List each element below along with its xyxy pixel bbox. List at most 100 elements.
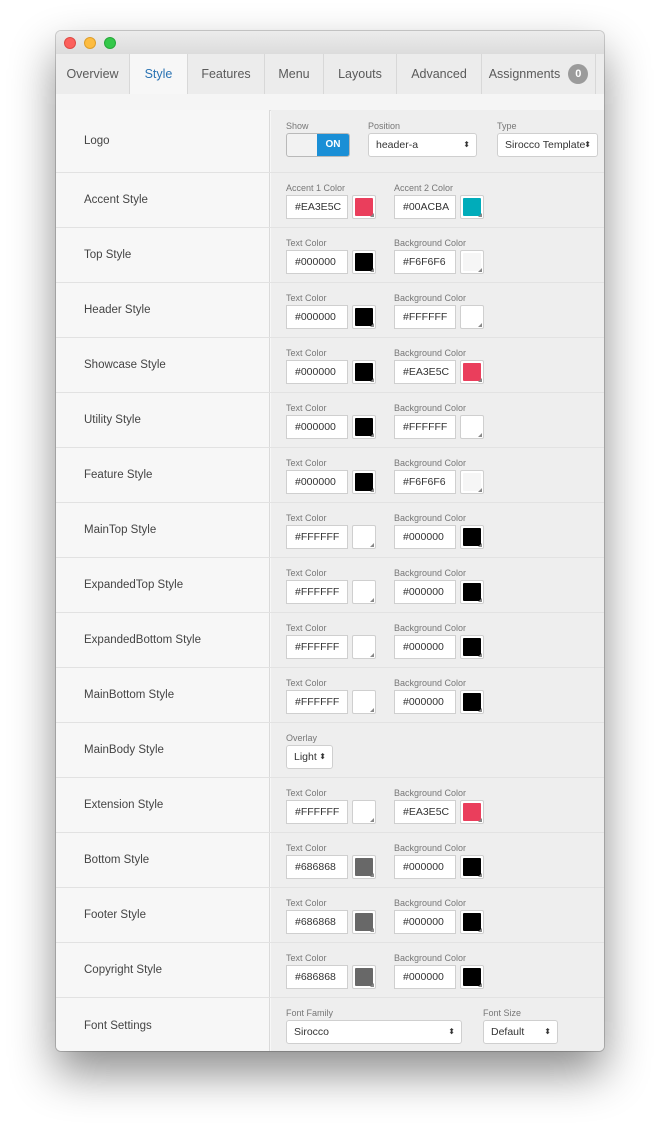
font-family-select[interactable]: Sirocco ⬍ bbox=[286, 1020, 462, 1044]
bg-color-hex-input[interactable]: #F6F6F6 bbox=[394, 250, 456, 274]
text-color-caption: Text Color bbox=[286, 293, 327, 303]
text-color-caption: Text Color bbox=[286, 238, 327, 248]
text-color-hex-input[interactable]: #FFFFFF bbox=[286, 580, 348, 604]
resize-corner-icon bbox=[370, 268, 374, 272]
row-label: Bottom Style bbox=[84, 854, 150, 866]
bg-color-swatch[interactable] bbox=[460, 250, 484, 274]
text-color-swatch[interactable] bbox=[352, 250, 376, 274]
text-color-hex-input[interactable]: #000000 bbox=[286, 470, 348, 494]
text-color-hex-input[interactable]: #FFFFFF bbox=[286, 525, 348, 549]
minimize-window-button[interactable] bbox=[84, 37, 96, 49]
text-color-swatch[interactable] bbox=[352, 525, 376, 549]
bg-color-hex-input[interactable]: #000000 bbox=[394, 855, 456, 879]
bg-color-hex-input[interactable]: #EA3E5C bbox=[394, 800, 456, 824]
tab-style[interactable]: Style bbox=[130, 54, 188, 94]
text-color-hex-input[interactable]: #000000 bbox=[286, 305, 348, 329]
bg-color-swatch[interactable] bbox=[460, 470, 484, 494]
bg-color-hex-input[interactable]: #000000 bbox=[394, 965, 456, 989]
text-color-swatch[interactable] bbox=[352, 910, 376, 934]
text-color-caption: Text Color bbox=[286, 568, 327, 578]
bg-color-swatch[interactable] bbox=[460, 690, 484, 714]
font-size-select[interactable]: Default ⬍ bbox=[483, 1020, 558, 1044]
tab-overview[interactable]: Overview bbox=[56, 54, 130, 94]
resize-corner-icon bbox=[478, 928, 482, 932]
text-color-caption: Text Color bbox=[286, 953, 327, 963]
text-color-swatch[interactable] bbox=[352, 360, 376, 384]
overlay-select[interactable]: Light ⬍ bbox=[286, 745, 333, 769]
text-color-hex-input[interactable]: #686868 bbox=[286, 910, 348, 934]
text-color-swatch[interactable] bbox=[352, 470, 376, 494]
accent2-color-swatch[interactable] bbox=[460, 195, 484, 219]
text-color-hex-input[interactable]: #686868 bbox=[286, 965, 348, 989]
row-label: MainBody Style bbox=[84, 744, 164, 756]
position-select[interactable]: header-a ⬍ bbox=[368, 133, 477, 157]
bg-color-caption: Background Color bbox=[394, 513, 467, 523]
tab-label: Assignments bbox=[488, 67, 561, 81]
text-color-swatch[interactable] bbox=[352, 580, 376, 604]
accent2-hex-input[interactable]: #00ACBA bbox=[394, 195, 456, 219]
select-arrows-icon: ⬍ bbox=[319, 752, 326, 761]
row-label: Utility Style bbox=[84, 414, 141, 426]
bg-color-swatch[interactable] bbox=[460, 580, 484, 604]
text-color-swatch[interactable] bbox=[352, 635, 376, 659]
tab-assignments[interactable]: Assignments 0 bbox=[482, 54, 596, 94]
bg-color-swatch[interactable] bbox=[460, 360, 484, 384]
bg-color-hex-input[interactable]: #000000 bbox=[394, 580, 456, 604]
text-color-swatch[interactable] bbox=[352, 305, 376, 329]
bg-color-swatch[interactable] bbox=[460, 635, 484, 659]
zoom-window-button[interactable] bbox=[104, 37, 116, 49]
bg-color-swatch[interactable] bbox=[460, 525, 484, 549]
bg-color-swatch[interactable] bbox=[460, 965, 484, 989]
select-arrows-icon: ⬍ bbox=[584, 140, 591, 149]
bg-color-swatch[interactable] bbox=[460, 415, 484, 439]
close-window-button[interactable] bbox=[64, 37, 76, 49]
select-arrows-icon: ⬍ bbox=[448, 1027, 455, 1036]
accent1-caption: Accent 1 Color bbox=[286, 183, 346, 193]
tab-features[interactable]: Features bbox=[188, 54, 265, 94]
text-color-swatch[interactable] bbox=[352, 965, 376, 989]
text-color-hex-input[interactable]: #FFFFFF bbox=[286, 800, 348, 824]
header-style-row: Header Style Text Color #000000 Background … bbox=[56, 283, 604, 338]
bg-color-swatch[interactable] bbox=[460, 305, 484, 329]
tab-bar: Overview Style Features Menu Layouts Adv… bbox=[56, 54, 604, 95]
type-select[interactable]: Sirocco Template ⬍ bbox=[497, 133, 598, 157]
text-color-swatch[interactable] bbox=[352, 690, 376, 714]
showcase-style-row: Showcase Style Text Color #000000 Backgroun… bbox=[56, 338, 604, 393]
bg-color-hex-input[interactable]: #000000 bbox=[394, 635, 456, 659]
assignments-count-badge: 0 bbox=[568, 64, 589, 84]
tab-layouts[interactable]: Layouts bbox=[324, 54, 397, 94]
bg-color-hex-input[interactable]: #FFFFFF bbox=[394, 415, 456, 439]
bg-color-hex-input[interactable]: #FFFFFF bbox=[394, 305, 456, 329]
resize-corner-icon bbox=[370, 598, 374, 602]
resize-corner-icon bbox=[478, 323, 482, 327]
text-color-hex-input[interactable]: #000000 bbox=[286, 415, 348, 439]
tab-menu[interactable]: Menu bbox=[265, 54, 324, 94]
text-color-hex-input[interactable]: #FFFFFF bbox=[286, 635, 348, 659]
bg-color-swatch[interactable] bbox=[460, 800, 484, 824]
show-caption: Show bbox=[286, 121, 309, 131]
bg-color-caption: Background Color bbox=[394, 348, 467, 358]
text-color-swatch[interactable] bbox=[352, 415, 376, 439]
row-label: Copyright Style bbox=[84, 964, 162, 976]
bg-color-caption: Background Color bbox=[394, 898, 467, 908]
row-label: Font Settings bbox=[84, 1019, 152, 1032]
bg-color-hex-input[interactable]: #F6F6F6 bbox=[394, 470, 456, 494]
show-logo-toggle[interactable]: ON bbox=[286, 133, 350, 157]
tab-advanced[interactable]: Advanced bbox=[397, 54, 482, 94]
bg-color-hex-input[interactable]: #000000 bbox=[394, 525, 456, 549]
bg-color-hex-input[interactable]: #000000 bbox=[394, 910, 456, 934]
bg-color-swatch[interactable] bbox=[460, 855, 484, 879]
accent1-hex-input[interactable]: #EA3E5C bbox=[286, 195, 348, 219]
text-color-swatch[interactable] bbox=[352, 855, 376, 879]
text-color-caption: Text Color bbox=[286, 898, 327, 908]
bg-color-hex-input[interactable]: #EA3E5C bbox=[394, 360, 456, 384]
accent1-color-swatch[interactable] bbox=[352, 195, 376, 219]
text-color-caption: Text Color bbox=[286, 623, 327, 633]
bg-color-swatch[interactable] bbox=[460, 910, 484, 934]
text-color-hex-input[interactable]: #000000 bbox=[286, 250, 348, 274]
text-color-swatch[interactable] bbox=[352, 800, 376, 824]
text-color-hex-input[interactable]: #000000 bbox=[286, 360, 348, 384]
text-color-hex-input[interactable]: #686868 bbox=[286, 855, 348, 879]
text-color-hex-input[interactable]: #FFFFFF bbox=[286, 690, 348, 714]
bg-color-hex-input[interactable]: #000000 bbox=[394, 690, 456, 714]
